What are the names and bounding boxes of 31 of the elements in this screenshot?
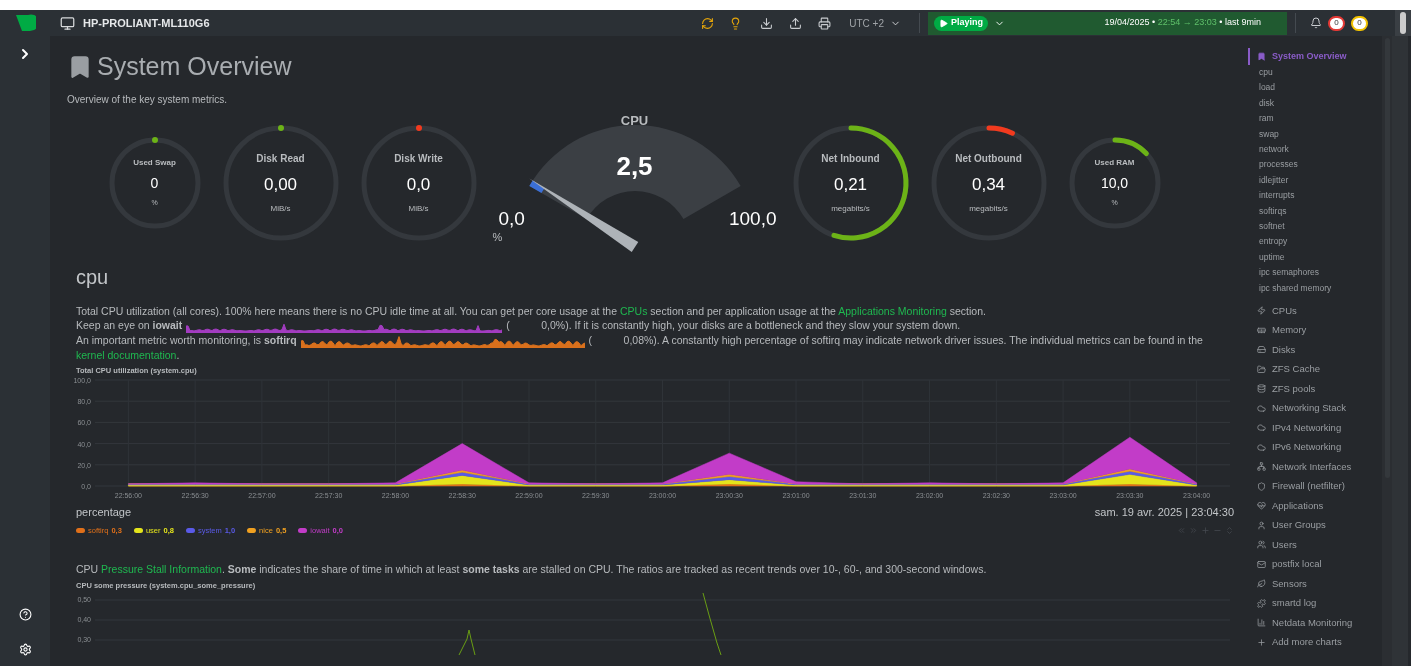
description-text: Keep an eye on iowait ( 0,0%). If it is constantly high, your disks are a bottleneck and they slow your system down. [76, 318, 1234, 334]
gauge-value: 0 [150, 174, 159, 194]
gauge-label: Used RAM [1094, 157, 1135, 170]
description-text: An important metric worth monitoring, is softirq ( 0,08%). A constantly high percentage of softirq may indicate network driver issues. The individual metrics can be found in the kernel documentation. [76, 333, 1204, 363]
section-heading: cpu [76, 264, 110, 290]
host-name: HP-PROLIANT-ML110G6 [83, 15, 210, 31]
gauge-unit: megabits/s [831, 203, 870, 216]
gauge-label: Used Swap [133, 157, 176, 170]
page-subtitle: Overview of the key system metrics. [67, 92, 229, 107]
gauge-value: 0,21 [833, 173, 868, 196]
gauge-label: Disk Write [394, 151, 443, 166]
gauge-unit: % [492, 229, 503, 245]
gauge-unit: MiB/s [408, 203, 429, 216]
unit-label: percentage [76, 505, 132, 521]
gauge-label: Net Inbound [821, 151, 880, 166]
gauge-max: 100,0 [728, 206, 777, 231]
gauge-label: CPU [619, 111, 650, 130]
gauge-unit: megabits/s [969, 203, 1008, 216]
gauge-min: 0,0 [498, 206, 525, 231]
gauge-value: 0,34 [971, 173, 1006, 196]
gauge-value: 0,0 [406, 173, 431, 196]
gauge-label: Net Outbound [955, 151, 1022, 166]
description-text: Total CPU utilization (all cores). 100% here means there is no CPU idle time at all. You can get per core usage at the CPUs section and per application usage at the Applications Monitoring section. [76, 303, 987, 318]
gauge-value: 2,5 [615, 149, 654, 183]
page-title: System Overview [97, 51, 292, 82]
gauge-value: 10,0 [1100, 174, 1129, 194]
description-text: CPU Pressure Stall Information. Some indicates the share of time in which at least some tasks are stalled on CPU. The ratios are tracked as recent trends over 10-, 60-, and 300-second windows. [76, 561, 988, 577]
gauge-label: Disk Read [256, 151, 305, 166]
gauge-value: 0,00 [263, 173, 298, 196]
gauge-unit: MiB/s [270, 203, 291, 216]
timestamp: sam. 19 avr. 2025 | 23:04:30 [1094, 505, 1234, 521]
